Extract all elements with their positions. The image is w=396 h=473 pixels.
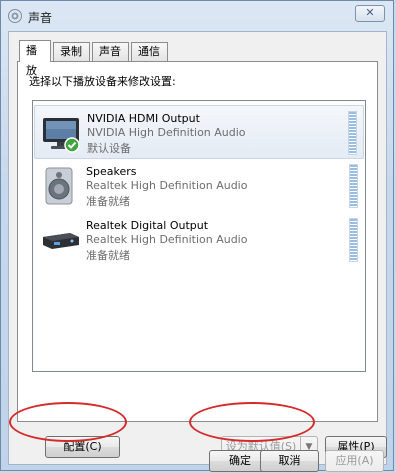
device-item-nvidia-hdmi[interactable]: NVIDIA HDMI Output NVIDIA High Definitio… (34, 105, 364, 159)
device-name: NVIDIA HDMI Output (87, 112, 200, 125)
tab-label: 录制 (60, 45, 82, 58)
speaker-app-icon (8, 9, 22, 23)
tab-label: 通信 (138, 45, 160, 58)
playback-panel: 选择以下播放设备来修改设置: NVIDIA HDMI Output NVIDIA (17, 61, 387, 458)
digital-output-icon (43, 233, 79, 249)
tab-sounds[interactable]: 声音 (92, 42, 129, 61)
speaker-icon (45, 167, 73, 205)
cancel-button[interactable]: 取消 (260, 450, 319, 472)
close-button[interactable]: ✕ (355, 5, 385, 22)
tab-label: 声音 (99, 45, 121, 58)
tab-recording[interactable]: 录制 (53, 42, 90, 61)
device-status: 准备就绪 (86, 249, 130, 262)
device-driver: NVIDIA High Definition Audio (87, 126, 246, 139)
button-label: 确定 (229, 454, 251, 467)
device-name: Realtek Digital Output (86, 219, 209, 232)
button-label: 配置(C) (63, 440, 102, 453)
device-status: 准备就绪 (86, 195, 130, 208)
device-status: 默认设备 (87, 142, 131, 155)
device-item-realtek-digital[interactable]: Realtek Digital Output Realtek High Defi… (34, 213, 364, 267)
window-title: 声音 (28, 11, 53, 25)
button-label: 应用(A) (335, 454, 374, 467)
tab-label: 播放 (26, 44, 37, 77)
device-item-speakers[interactable]: Speakers Realtek High Definition Audio 准… (34, 159, 364, 213)
tab-playback[interactable]: 播放 (19, 40, 51, 77)
configure-button[interactable]: 配置(C) (45, 436, 120, 458)
device-driver: Realtek High Definition Audio (86, 233, 248, 246)
apply-button[interactable]: 应用(A) (325, 450, 384, 472)
tab-communications[interactable]: 通信 (131, 42, 168, 61)
volume-level-meter (349, 164, 358, 208)
monitor-icon (43, 118, 80, 153)
device-driver: Realtek High Definition Audio (86, 179, 248, 192)
close-icon: ✕ (365, 6, 375, 19)
dialog-client-area: 播放 录制 声音 通信 选择以下播放设备来修改设置: NVIDIA HDMI O… (8, 31, 387, 472)
sound-dialog: 声音 ✕ 播放 录制 声音 通信 选择以下播放设备来修改设置: NVIDIA H… (0, 0, 394, 472)
title-bar[interactable]: 声音 ✕ (1, 1, 393, 31)
volume-level-meter (349, 218, 358, 262)
volume-level-meter (348, 111, 357, 155)
device-list[interactable]: NVIDIA HDMI Output NVIDIA High Definitio… (32, 100, 366, 372)
instruction-text: 选择以下播放设备来修改设置: (29, 75, 176, 88)
device-name: Speakers (86, 165, 137, 178)
button-label: 取消 (278, 454, 301, 467)
